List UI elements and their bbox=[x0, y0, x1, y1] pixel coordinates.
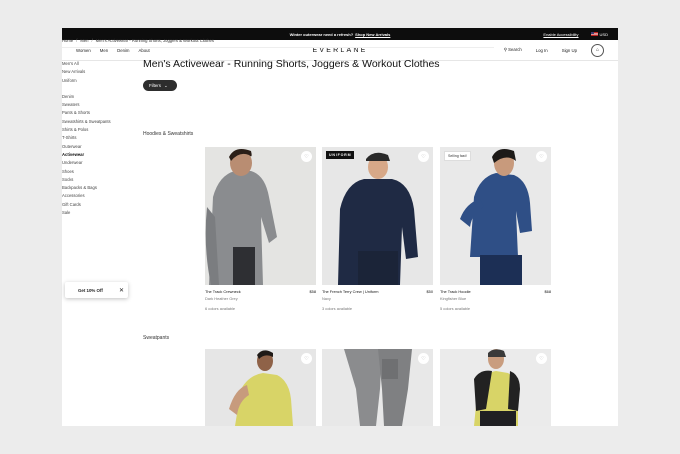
sidebar-item[interactable]: Underwear bbox=[62, 159, 111, 167]
product-price: $68 bbox=[544, 289, 552, 294]
filters-label: Filters bbox=[149, 83, 161, 88]
product-card[interactable]: ♡ bbox=[440, 349, 551, 426]
divider bbox=[62, 47, 494, 48]
breadcrumb-men[interactable]: Men bbox=[80, 38, 88, 43]
selling-fast-tag: Selling fast! bbox=[444, 151, 471, 161]
product-price: $50 bbox=[426, 289, 434, 294]
sidebar-item[interactable]: Sale bbox=[62, 209, 111, 217]
search-link[interactable]: ⚲ Search bbox=[504, 47, 522, 53]
breadcrumb-home[interactable]: Home bbox=[62, 38, 73, 43]
product-color: Dark Heather Grey bbox=[205, 296, 238, 301]
product-image[interactable]: Selling fast! ♡ bbox=[440, 147, 551, 285]
search-label: Search bbox=[508, 47, 522, 52]
sidebar-item[interactable]: Socks bbox=[62, 176, 111, 184]
discount-toast[interactable]: Get 10% Off ✕ bbox=[65, 282, 128, 298]
chevron-down-icon: ⌄ bbox=[163, 82, 168, 88]
product-image[interactable]: ♡ bbox=[205, 147, 316, 285]
breadcrumb-current: Men's Activewear - Running Shorts, Jogge… bbox=[95, 38, 214, 43]
sidebar-item[interactable]: Denim bbox=[62, 93, 111, 101]
nav-men[interactable]: Men bbox=[100, 48, 108, 53]
heart-icon[interactable]: ♡ bbox=[418, 353, 429, 364]
login-link[interactable]: Log In bbox=[536, 48, 548, 53]
toast-label: Get 10% Off bbox=[78, 287, 103, 293]
product-availability: 3 colors available bbox=[322, 306, 353, 311]
heart-icon[interactable]: ♡ bbox=[301, 151, 312, 162]
sidebar-item[interactable]: Men's All bbox=[62, 60, 111, 68]
nav-women[interactable]: Women bbox=[76, 48, 91, 53]
product-image[interactable]: ♡ bbox=[322, 349, 433, 426]
product-availability: 5 colors available bbox=[440, 306, 471, 311]
product-name[interactable]: The Track Hoodie bbox=[440, 289, 471, 294]
filters-button[interactable]: Filters ⌄ bbox=[143, 80, 177, 91]
sidebar-item[interactable]: Sweaters bbox=[62, 101, 111, 109]
search-icon: ⚲ bbox=[503, 47, 507, 52]
product-color: Kingfisher Blue bbox=[440, 296, 467, 301]
heart-icon[interactable]: ♡ bbox=[418, 151, 429, 162]
cart-icon[interactable]: ⌂ bbox=[591, 43, 604, 57]
product-image[interactable]: UNIFORM ♡ bbox=[322, 147, 433, 285]
sidebar-item[interactable]: T-Shirts bbox=[62, 134, 111, 142]
promo-link[interactable]: Shop New Arrivals bbox=[355, 32, 390, 37]
us-flag-icon bbox=[590, 32, 598, 37]
section-title: Sweatpants bbox=[143, 335, 170, 341]
nav-about[interactable]: About bbox=[139, 48, 150, 53]
product-name[interactable]: The Track Crewneck bbox=[205, 289, 241, 294]
uniform-tag: UNIFORM bbox=[326, 151, 355, 159]
product-card[interactable]: ♡ The Track Crewneck $58 Dark Heather Gre… bbox=[205, 147, 316, 311]
sidebar-item[interactable]: Outerwear bbox=[62, 143, 111, 151]
sidebar-item[interactable]: New Arrivals bbox=[62, 68, 111, 76]
sidebar-item[interactable]: Gift Cards bbox=[62, 201, 111, 209]
close-icon[interactable]: ✕ bbox=[119, 287, 124, 294]
heart-icon[interactable]: ♡ bbox=[301, 353, 312, 364]
currency-label: USD bbox=[599, 31, 608, 37]
product-image[interactable]: ♡ bbox=[440, 349, 551, 426]
currency-selector[interactable]: USD bbox=[590, 31, 608, 37]
product-card[interactable]: ♡ bbox=[322, 349, 433, 426]
signup-link[interactable]: Sign Up bbox=[562, 48, 577, 53]
sidebar-item[interactable]: Uniform bbox=[62, 77, 111, 85]
product-name[interactable]: The French Terry Crew | Uniform bbox=[322, 289, 379, 294]
section-title: Hoodies & Sweatshirts bbox=[143, 131, 194, 137]
heart-icon[interactable]: ♡ bbox=[536, 353, 547, 364]
sidebar-item-active[interactable]: Activewear bbox=[62, 151, 111, 159]
product-image[interactable]: ♡ bbox=[205, 349, 316, 426]
product-color: Navy bbox=[322, 296, 331, 301]
product-card[interactable]: ♡ bbox=[205, 349, 316, 426]
nav-denim[interactable]: Denim bbox=[117, 48, 129, 53]
product-card[interactable]: Selling fast! ♡ The Track Hoodie $68 King… bbox=[440, 147, 551, 311]
sidebar-item[interactable]: Backpacks & Bags bbox=[62, 184, 111, 192]
breadcrumb: Home / Men / Men's Activewear - Running Shor… bbox=[62, 38, 214, 43]
sidebar: Men's All New Arrivals Uniform Denim Swe… bbox=[62, 60, 111, 217]
sidebar-item[interactable]: Shoes bbox=[62, 168, 111, 176]
accessibility-link[interactable]: Enable Accessibility bbox=[543, 32, 578, 37]
sidebar-item[interactable]: Accessories bbox=[62, 192, 111, 200]
product-availability: 6 colors available bbox=[205, 306, 236, 311]
product-price: $58 bbox=[309, 289, 317, 294]
page-title: Men's Activewear - Running Shorts, Jogge… bbox=[143, 58, 440, 70]
heart-icon[interactable]: ♡ bbox=[536, 151, 547, 162]
sidebar-item[interactable]: Shirts & Polos bbox=[62, 126, 111, 134]
promo-text: Winter outerwear need a refresh? bbox=[289, 31, 354, 37]
sidebar-item[interactable]: Pants & Shorts bbox=[62, 109, 111, 117]
sidebar-item[interactable]: Sweatshirts & Sweatpants bbox=[62, 118, 111, 126]
product-card[interactable]: UNIFORM ♡ The French Terry Crew | Unifor… bbox=[322, 147, 433, 311]
